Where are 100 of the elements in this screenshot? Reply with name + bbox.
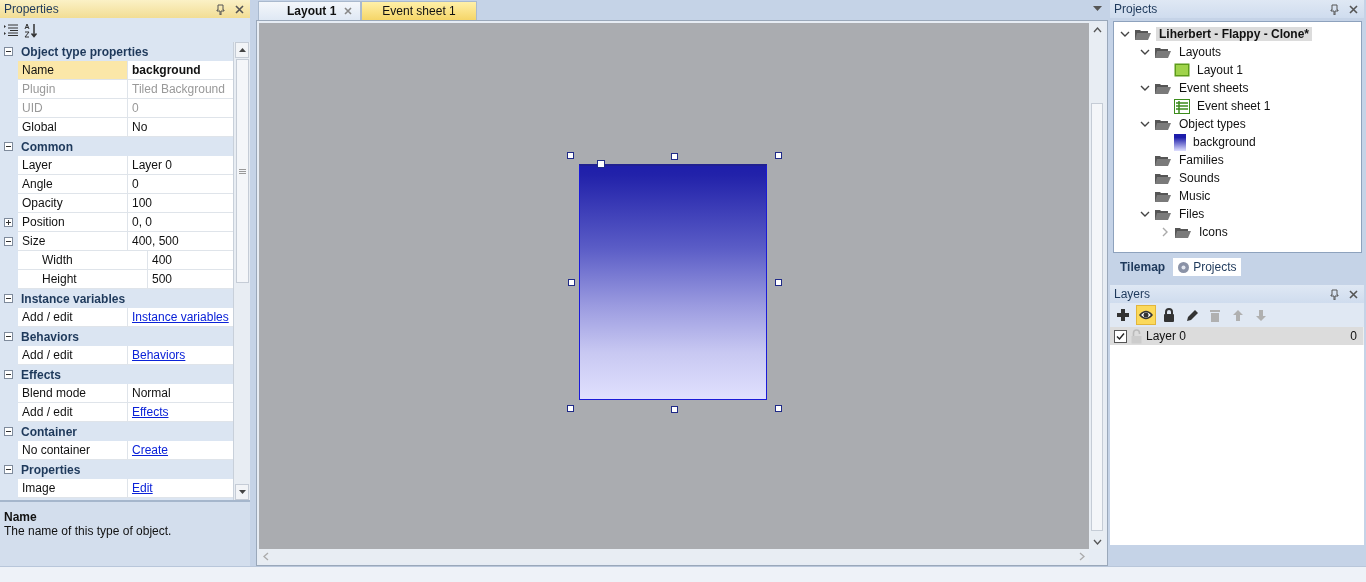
collapse-icon[interactable] (4, 47, 13, 56)
tree-item[interactable]: Families (1176, 153, 1227, 167)
close-icon[interactable] (344, 6, 353, 15)
tree-item[interactable]: Icons (1196, 225, 1231, 239)
property-name[interactable]: Layer (18, 156, 128, 174)
sort-az-icon[interactable] (24, 22, 38, 38)
pencil-icon (1185, 307, 1199, 323)
property-name[interactable]: Width (18, 251, 148, 269)
tree-item[interactable]: Music (1176, 189, 1214, 203)
resize-handle[interactable] (568, 278, 575, 286)
tree-item[interactable]: background (1190, 135, 1259, 149)
collapse-icon[interactable] (4, 142, 13, 151)
close-icon[interactable] (1349, 4, 1358, 14)
collapse-icon[interactable] (4, 332, 13, 341)
layout-canvas[interactable] (259, 22, 1089, 549)
resize-handle[interactable] (671, 152, 678, 160)
property-name[interactable]: Image (18, 479, 128, 497)
collapse-icon[interactable] (4, 294, 13, 303)
property-name[interactable]: Opacity (18, 194, 128, 212)
tree-item[interactable]: Sounds (1176, 171, 1223, 185)
panel-tab[interactable]: Projects (1173, 258, 1241, 276)
property-name[interactable]: Angle (18, 175, 128, 193)
close-icon[interactable] (1349, 289, 1358, 299)
property-value: 100 (132, 196, 153, 210)
collapse-icon[interactable] (4, 427, 13, 436)
property-name[interactable]: No container (18, 441, 128, 459)
tree-item[interactable]: Event sheets (1176, 81, 1252, 95)
folder-icon (1174, 225, 1192, 239)
collapse-icon[interactable] (4, 237, 13, 246)
close-icon[interactable] (235, 4, 244, 14)
property-name[interactable]: Blend mode (18, 384, 128, 402)
description-text: The name of this type of object. (4, 524, 173, 538)
tree-item[interactable]: Event sheet 1 (1194, 99, 1274, 113)
property-name[interactable]: Global (18, 118, 128, 136)
expanded-caret-icon[interactable] (1140, 47, 1150, 57)
scroll-up-button[interactable] (235, 42, 249, 58)
property-link[interactable]: Instance variables (132, 310, 229, 324)
expanded-caret-icon[interactable] (1120, 29, 1130, 39)
categorized-icon[interactable] (4, 24, 18, 36)
resize-handle[interactable] (775, 404, 782, 412)
tree-item[interactable]: Liherbert - Flappy - Clone* (1156, 27, 1312, 41)
tiled-background-object[interactable] (579, 163, 767, 400)
property-value: Tiled Background (132, 82, 225, 96)
event-sheet-icon (1174, 98, 1190, 114)
dropdown-caret-icon[interactable] (1093, 6, 1102, 11)
property-link[interactable]: Create (132, 443, 169, 457)
folder-icon (1134, 27, 1152, 41)
panel-tab[interactable]: Tilemap (1116, 258, 1170, 276)
gradient-swatch-icon (1174, 133, 1186, 151)
layer-name[interactable]: Layer 0 (1146, 329, 1347, 343)
eye-button[interactable] (1136, 305, 1156, 325)
property-value: No (132, 120, 148, 134)
tree-item[interactable]: Layout 1 (1194, 63, 1247, 77)
property-name[interactable]: Add / edit (18, 308, 128, 326)
tree-item[interactable]: Object types (1176, 117, 1249, 131)
folder-icon (1154, 81, 1172, 95)
category-label: Container (21, 424, 77, 439)
expanded-caret-icon[interactable] (1140, 83, 1150, 93)
scroll-up-icon[interactable] (1092, 26, 1102, 33)
resize-handle[interactable] (597, 159, 605, 168)
property-name[interactable]: Add / edit (18, 346, 128, 364)
expanded-caret-icon[interactable] (1140, 209, 1150, 219)
property-name[interactable]: Height (18, 270, 148, 288)
editor-tab[interactable]: Event sheet 1 (361, 0, 477, 20)
collapse-icon[interactable] (4, 370, 13, 379)
expand-icon[interactable] (4, 218, 13, 227)
resize-handle[interactable] (671, 405, 678, 413)
folder-icon (1154, 117, 1172, 131)
scroll-down-button[interactable] (235, 484, 249, 500)
scrollbar-thumb[interactable] (1091, 102, 1103, 531)
checkbox[interactable] (1114, 329, 1127, 343)
property-value: 0 (132, 177, 139, 191)
panel-title: Properties (4, 2, 60, 16)
panel-title: Projects (1114, 2, 1159, 16)
property-name[interactable]: Size (18, 232, 128, 250)
property-link[interactable]: Effects (132, 405, 169, 419)
property-name[interactable]: Add / edit (18, 403, 128, 421)
resize-handle[interactable] (567, 151, 574, 159)
scroll-down-icon[interactable] (1092, 539, 1102, 545)
property-value: 0 (132, 101, 139, 115)
editor-tab[interactable]: Layout 1 (258, 0, 362, 20)
collapse-icon[interactable] (4, 465, 13, 474)
resize-handle[interactable] (567, 404, 574, 412)
resize-handle[interactable] (775, 278, 782, 286)
expanded-caret-icon[interactable] (1140, 119, 1150, 129)
scrollbar-thumb[interactable] (235, 59, 249, 283)
property-name[interactable]: Position (18, 213, 128, 231)
tree-item[interactable]: Files (1176, 207, 1208, 221)
pin-icon[interactable] (1330, 288, 1339, 300)
pin-icon[interactable] (1330, 3, 1339, 15)
property-name[interactable]: Name (18, 61, 128, 79)
up-arrow-icon (1231, 307, 1245, 323)
resize-handle[interactable] (775, 151, 782, 159)
property-link[interactable]: Edit (132, 481, 153, 495)
property-link[interactable]: Behaviors (132, 348, 186, 362)
category-label: Behaviors (21, 329, 80, 344)
pin-icon[interactable] (216, 3, 225, 15)
tree-item[interactable]: Layouts (1176, 45, 1225, 59)
category-label: Effects (21, 367, 61, 382)
up-arrow-icon (238, 48, 246, 52)
